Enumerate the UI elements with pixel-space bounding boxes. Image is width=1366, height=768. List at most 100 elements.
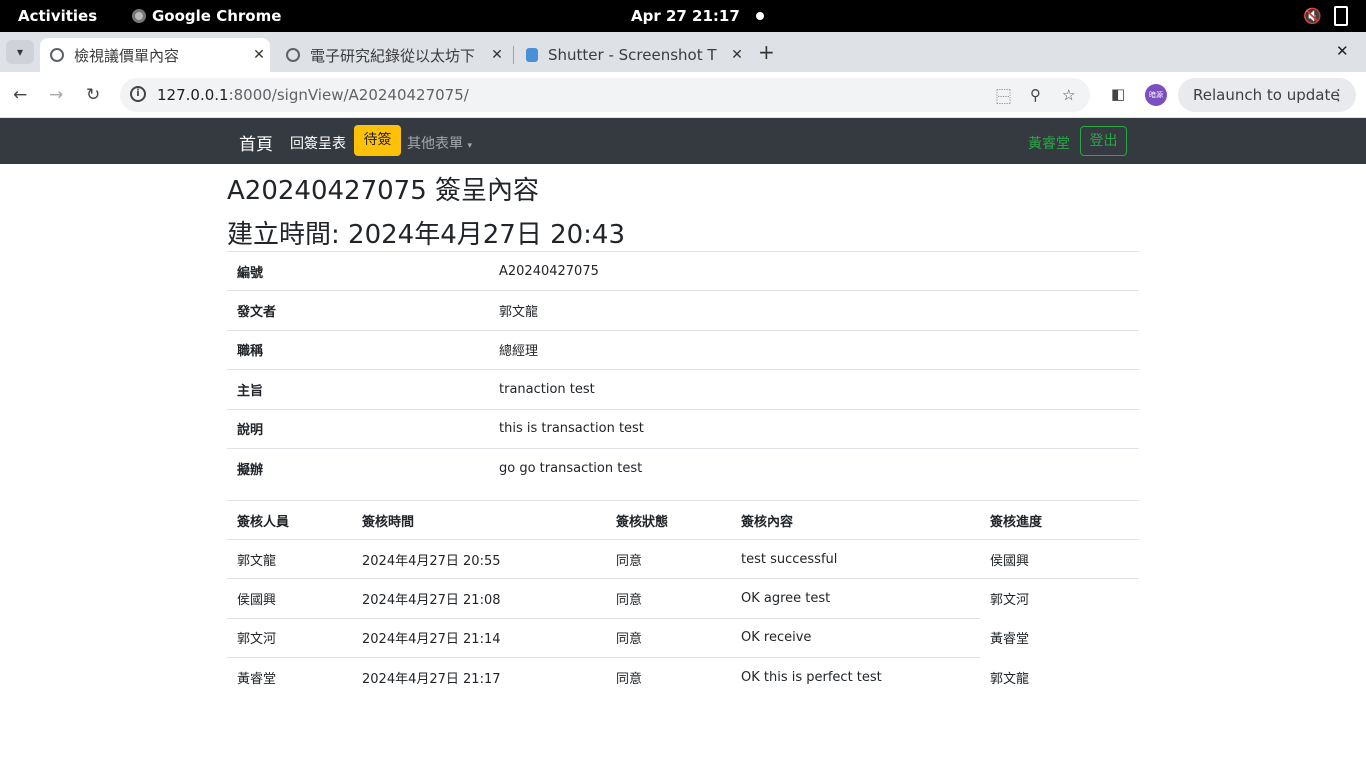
tab-title: Shutter - Screenshot T [548,46,717,64]
more-menu-icon[interactable]: ⋮ [1331,78,1346,112]
page-title: A20240427075 簽呈內容 [227,176,540,206]
detail-value: 總經理 [489,329,1139,370]
column-header: 簽核進度 [980,500,1139,540]
tab-shutter[interactable]: Shutter - Screenshot T ✕ [516,38,748,72]
detail-value: A20240427075 [489,250,1139,291]
sign-status: 同意 [606,618,731,659]
signer: 侯國興 [227,578,352,619]
table-row: 黃睿堂 2024年4月27日 21:17 同意 OK this is perfe… [227,658,1139,697]
shutter-icon [526,48,538,62]
close-tab-icon[interactable]: ✕ [726,47,748,63]
tab-research-records[interactable]: 電子研究紀錄從以太坊下 ✕ [276,38,508,72]
sign-status: 同意 [616,672,643,688]
globe-icon [50,48,64,62]
sign-time: 2024年4月27日 20:55 [352,539,606,580]
sign-next: 黃睿堂 [990,632,1030,648]
signer: 郭文龍 [227,539,352,580]
translate-icon[interactable]: ⿱ [996,86,1011,107]
tab-sign-view[interactable]: 檢視議價單內容 ✕ [40,38,270,72]
sign-time: 2024年4月27日 21:17 [362,672,501,688]
close-tab-icon[interactable]: ✕ [486,47,508,63]
sign-time: 2024年4月27日 21:08 [352,578,606,619]
chrome-icon [132,9,146,23]
detail-value: tranaction test [489,369,1139,410]
sign-status: 同意 [606,539,731,580]
detail-key: 說明 [227,408,489,449]
tab-search-button[interactable]: ▾ [6,40,34,64]
table-header-row: 簽核人員 簽核時間 簽核狀態 簽核內容 簽核進度 [227,500,1139,540]
detail-key: 職稱 [227,329,489,370]
created-time: 建立時間: 2024年4月27日 20:43 [227,220,626,250]
sign-table: 簽核人員 簽核時間 簽核狀態 簽核內容 簽核進度 郭文龍 2024年4月27日 … [227,500,1139,697]
detail-value: this is transaction test [489,408,1139,449]
tab-title: 電子研究紀錄從以太坊下 [310,46,476,65]
detail-key: 擬辦 [227,447,489,488]
sign-comment: OK agree test [731,578,980,619]
detail-key: 發文者 [227,290,489,331]
app-name: Google Chrome [152,7,282,25]
profile-avatar[interactable]: 暗源 [1145,84,1167,106]
site-info-icon[interactable]: i [130,86,146,102]
clock[interactable]: Apr 27 21:17 [631,7,740,25]
sign-next: 郭文河 [990,593,1030,609]
signer: 黃睿堂 [237,672,277,688]
column-header: 簽核狀態 [606,500,731,540]
system-top-bar: Activities Google Chrome Apr 27 21:17 🔇 [0,0,1366,32]
detail-key: 主旨 [227,369,489,410]
table-row: 主旨 tranaction test [227,369,1139,410]
site-navbar: 首頁 回簽呈表 待簽 其他表單 ▾ 黃睿堂 登出 [0,118,1366,164]
address-bar[interactable]: i 127.0.0.1:8000/signView/A20240427075/ … [120,78,1090,112]
detail-value: 郭文龍 [489,290,1139,331]
app-menu[interactable]: Google Chrome [132,7,281,25]
table-row: 郭文龍 2024年4月27日 20:55 同意 test successful … [227,539,1139,580]
column-header: 簽核時間 [352,500,606,540]
nav-dropdown-other-forms[interactable]: 其他表單 ▾ [407,133,472,153]
sign-comment: OK receive [731,618,980,659]
bookmark-star-icon[interactable]: ☆ [1062,86,1075,104]
recording-indicator-icon [756,12,764,20]
reload-icon[interactable]: ↻ [86,85,100,105]
globe-icon [286,48,300,62]
tab-separator [513,46,514,64]
column-header: 簽核人員 [227,500,352,540]
volume-muted-icon[interactable]: 🔇 [1303,7,1322,25]
sign-status: 同意 [606,578,731,619]
detail-table: 編號 A20240427075 發文者 郭文龍 職稱 總經理 主旨 tranaction… [227,250,1139,488]
table-row: 侯國興 2024年4月27日 21:08 同意 OK agree test 郭文… [227,578,1139,619]
table-row: 郭文河 2024年4月27日 21:14 同意 OK receive 黃睿堂 [227,618,1139,659]
table-row: 編號 A20240427075 [227,250,1139,291]
url-text[interactable]: 127.0.0.1:8000/signView/A20240427075/ [157,86,469,104]
home-link[interactable]: 首頁 [239,130,273,155]
browser-toolbar: ← → ↻ i 127.0.0.1:8000/signView/A2024042… [0,72,1366,118]
zoom-icon[interactable]: ⚲ [1030,86,1041,104]
relaunch-button[interactable]: Relaunch to update ⋮ [1178,78,1356,112]
user-name: 黃睿堂 [1028,136,1070,152]
back-arrow-icon[interactable]: ← [13,85,27,105]
sign-next: 侯國興 [980,539,1139,580]
nav-link-return-forms[interactable]: 回簽呈表 [290,133,346,153]
detail-key: 編號 [227,250,489,291]
nav-link-pending[interactable]: 待簽 [354,125,401,156]
table-row: 職稱 總經理 [227,329,1139,370]
forward-arrow-icon[interactable]: → [49,85,63,105]
new-tab-icon[interactable]: + [758,40,775,64]
sign-time: 2024年4月27日 21:14 [352,618,606,659]
signer: 郭文河 [227,618,352,659]
battery-icon[interactable] [1334,6,1348,26]
tab-strip: ▾ 檢視議價單內容 ✕ 電子研究紀錄從以太坊下 ✕ Shutter - Scre… [0,32,1366,72]
activities-button[interactable]: Activities [18,7,97,25]
caret-down-icon: ▾ [467,141,472,151]
sign-comment: OK this is perfect test [741,670,882,686]
table-row: 說明 this is transaction test [227,408,1139,449]
detail-value: go go transaction test [489,447,1139,488]
table-row: 發文者 郭文龍 [227,290,1139,331]
side-panel-icon[interactable]: ◧ [1111,85,1125,103]
tab-title: 檢視議價單內容 [74,46,180,65]
column-header: 簽核內容 [731,500,980,540]
logout-button[interactable]: 登出 [1080,126,1127,156]
relaunch-label: Relaunch to update [1193,86,1340,104]
sign-next: 郭文龍 [990,671,1030,687]
table-row: 擬辦 go go transaction test [227,447,1139,488]
close-tab-icon[interactable]: ✕ [248,47,270,63]
window-close-icon[interactable]: ✕ [1336,42,1349,60]
